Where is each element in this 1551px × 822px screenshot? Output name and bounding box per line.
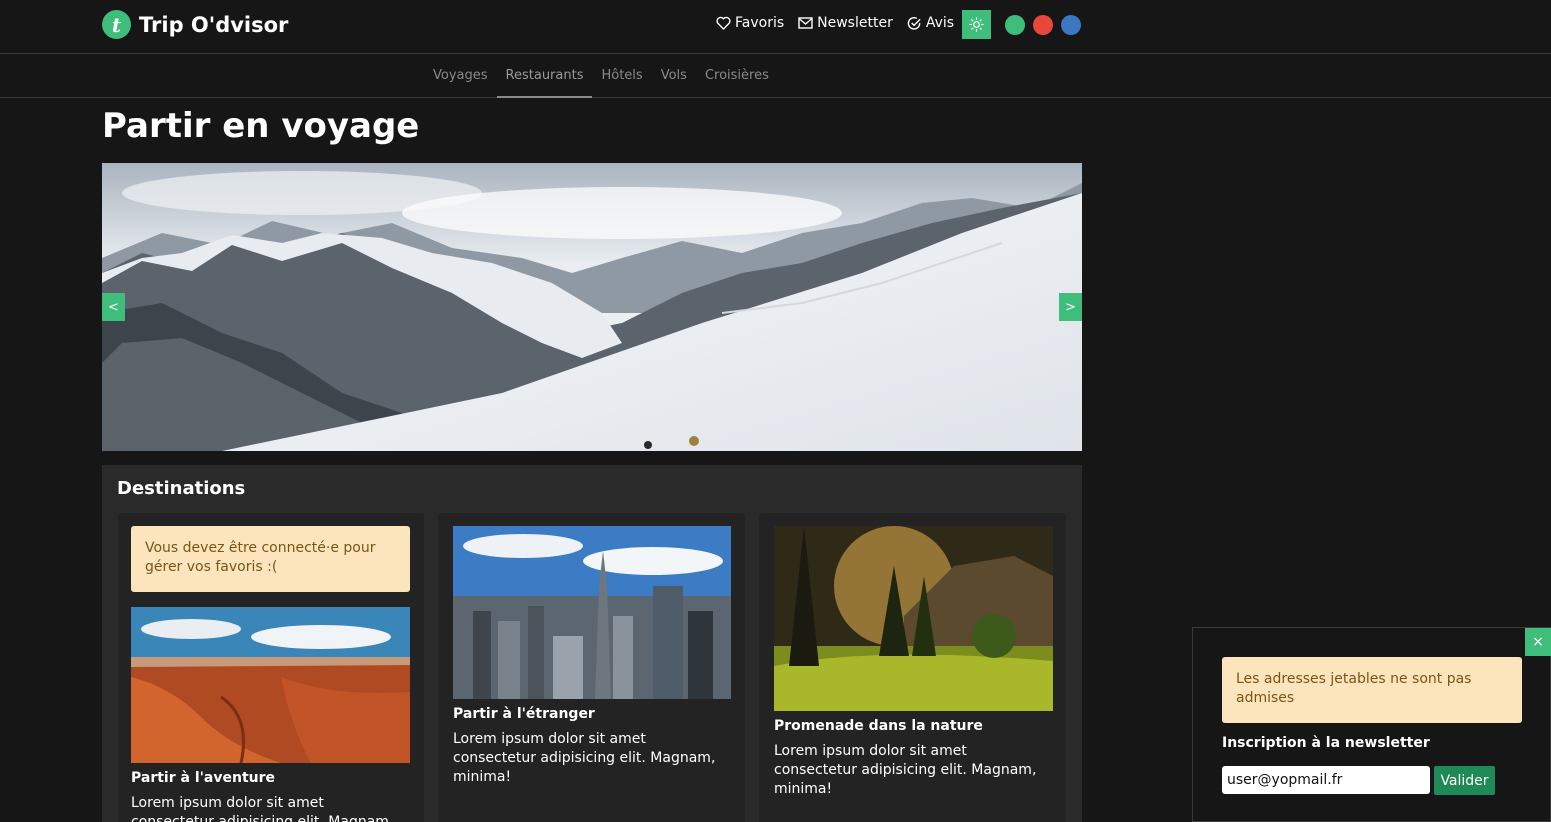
carousel-next-button[interactable]: >: [1059, 293, 1082, 321]
card-text: Lorem ipsum dolor sit amet consectetur a…: [774, 743, 1037, 797]
header-links: Favoris Newsletter Avis: [716, 15, 968, 31]
brand-logo-icon: t: [102, 10, 131, 39]
card-title: Partir à l'aventure: [131, 770, 276, 786]
top-navbar: t Trip O'dvisor Favoris Newsletter Avis: [0, 0, 1551, 54]
tab-croisieres[interactable]: Croisières: [696, 55, 778, 98]
sun-icon: [969, 17, 984, 32]
destination-card-abroad[interactable]: Partir à l'étranger Lorem ipsum dolor si…: [438, 513, 745, 822]
carousel-image: [102, 163, 1082, 451]
heart-icon: [716, 16, 731, 30]
close-icon[interactable]: ×: [1525, 628, 1551, 656]
tab-vols[interactable]: Vols: [652, 55, 696, 98]
newsletter-label: Inscription à la newsletter: [1222, 735, 1430, 751]
card-image-forest: [774, 526, 1053, 711]
newsletter-link[interactable]: Newsletter: [798, 15, 893, 31]
theme-color-green[interactable]: [1005, 15, 1025, 35]
theme-color-blue[interactable]: [1061, 15, 1081, 35]
newsletter-email-input[interactable]: [1222, 766, 1430, 794]
destination-card-adventure[interactable]: Vous devez être connecté·e pour gérer vo…: [118, 513, 424, 822]
tab-hotels[interactable]: Hôtels: [592, 55, 651, 98]
carousel-prev-button[interactable]: <: [102, 293, 125, 321]
newsletter-submit-button[interactable]: Valider: [1434, 766, 1495, 795]
card-text: Lorem ipsum dolor sit amet consectetur a…: [453, 731, 716, 785]
theme-toggle-button[interactable]: [962, 10, 991, 39]
favorites-warning: Vous devez être connecté·e pour gérer vo…: [131, 526, 410, 592]
card-title: Partir à l'étranger: [453, 706, 595, 722]
brand-name: Trip O'dvisor: [139, 12, 289, 37]
destinations-title: Destinations: [117, 478, 246, 499]
favorites-link-label: Favoris: [735, 15, 785, 31]
tab-restaurants[interactable]: Restaurants: [496, 55, 593, 98]
card-image-city: [453, 526, 731, 699]
card-image-canyon: [131, 607, 410, 763]
reviews-link-label: Avis: [925, 15, 955, 31]
destination-card-nature[interactable]: Promenade dans la nature Lorem ipsum dol…: [759, 513, 1066, 822]
tab-voyages[interactable]: Voyages: [424, 55, 497, 98]
check-circle-icon: [907, 16, 921, 30]
favorites-link[interactable]: Favoris: [716, 15, 784, 31]
card-title: Promenade dans la nature: [774, 718, 983, 734]
brand[interactable]: t Trip O'dvisor: [102, 10, 288, 39]
card-text: Lorem ipsum dolor sit amet consectetur a…: [131, 795, 394, 822]
envelope-icon: [798, 17, 813, 29]
theme-color-red[interactable]: [1033, 15, 1053, 35]
newsletter-warning: Les adresses jetables ne sont pas admise…: [1222, 657, 1522, 723]
destinations-section: Destinations Vous devez être connecté·e …: [102, 465, 1082, 822]
newsletter-link-label: Newsletter: [817, 15, 893, 31]
reviews-link[interactable]: Avis: [907, 15, 954, 31]
category-nav: Voyages Restaurants Hôtels Vols Croisièr…: [0, 55, 1551, 98]
page-title: Partir en voyage: [102, 106, 420, 146]
